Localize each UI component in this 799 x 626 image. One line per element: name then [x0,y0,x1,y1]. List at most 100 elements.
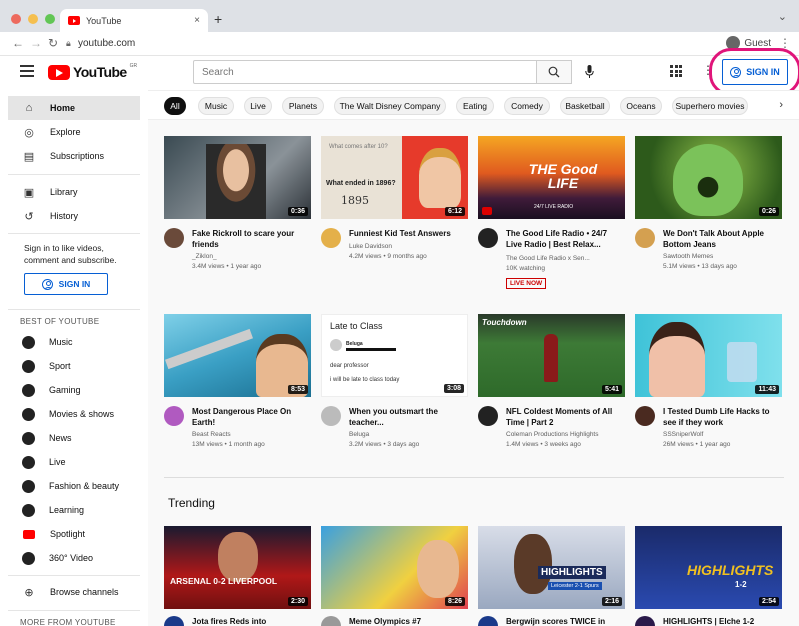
reload-icon[interactable]: ↻ [48,36,58,50]
sidebar-item-subscriptions[interactable]: ▤ Subscriptions [8,144,140,168]
sidebar-sign-in-button[interactable]: SIGN IN [24,273,108,295]
video-title[interactable]: Jota fires Reds into [192,616,310,626]
sidebar-item-library[interactable]: ▣ Library [8,180,140,204]
sidebar-item-movies-shows[interactable]: Movies & shows [8,402,140,426]
trending-video-thumbnail[interactable]: ARSENAL 0-2 LIVERPOOL 2:30 [164,526,311,609]
channel-avatar[interactable] [164,616,184,626]
apps-grid-icon[interactable] [670,65,682,77]
chip-eating[interactable]: Eating [456,97,494,115]
chip-all[interactable]: All [164,97,186,115]
video-thumbnail[interactable]: 11:43 [635,314,782,397]
back-arrow-icon[interactable]: ← [12,36,24,50]
video-channel[interactable]: The Good Life Radio x Sen... [506,254,624,263]
chip-oceans[interactable]: Oceans [620,97,662,115]
video-title[interactable]: HIGHLIGHTS | Elche 1-2 [663,616,781,626]
youtube-logo[interactable]: YouTube GR [48,63,137,80]
chip-live[interactable]: Live [244,97,272,115]
thumbnail-text: Beluga [346,341,363,347]
video-channel[interactable]: Beluga [349,430,467,439]
video-title[interactable]: Bergwijn scores TWICE in [506,616,624,626]
video-title[interactable]: NFL Coldest Moments of All Time | Part 2 [506,406,624,428]
video-channel[interactable]: SSSniperWolf [663,430,781,439]
zoom-window-button[interactable] [45,14,55,24]
trending-video-thumbnail[interactable]: 8:26 [321,526,468,609]
trending-heading: Trending [168,496,215,510]
channel-avatar[interactable] [478,406,498,426]
video-channel[interactable]: Luke Davidson [349,242,467,251]
trending-video-thumbnail[interactable]: HIGHLIGHTS 1-2 2:54 [635,526,782,609]
video-title[interactable]: The Good Life Radio • 24/7 Live Radio | … [506,228,624,250]
video-thumbnail[interactable]: What comes after 10? What ended in 1896?… [321,136,468,219]
chip-superhero-movies[interactable]: Superhero movies [672,97,748,115]
youtube-play-icon [48,64,70,80]
close-window-button[interactable] [11,14,21,24]
sidebar-item-learning[interactable]: Learning [8,498,140,522]
search-button[interactable] [537,60,572,84]
sidebar-item-sport[interactable]: Sport [8,354,140,378]
video-thumbnail[interactable]: THE Good LIFE 24/7 LIVE RADIO [478,136,625,219]
channel-avatar[interactable] [321,616,341,626]
sidebar-item-gaming[interactable]: Gaming [8,378,140,402]
channel-avatar[interactable] [635,406,655,426]
video-title[interactable]: Funniest Kid Test Answers [349,228,467,239]
chip-basketball[interactable]: Basketball [560,97,610,115]
video-duration: 6:12 [444,207,465,216]
chip-next-chevron-icon[interactable]: › [779,99,783,111]
video-thumbnail[interactable]: Touchdown 5:41 [478,314,625,397]
news-icon [22,431,35,445]
browser-menu-icon[interactable]: ⋮ [779,36,791,50]
sidebar-item-home[interactable]: ⌂ Home [8,96,140,120]
trending-video-thumbnail[interactable]: HIGHLIGHTS Leicester 2-1 Spurs 2:16 [478,526,625,609]
channel-avatar[interactable] [635,616,655,626]
search-input[interactable] [193,60,537,84]
sidebar-item-explore[interactable]: ◎ Explore [8,120,140,144]
header-sign-in-button[interactable]: SIGN IN [722,59,788,85]
video-title[interactable]: I Tested Dumb Life Hacks to see if they … [663,406,781,428]
thumbnail-text: Touchdown [482,318,527,327]
video-thumbnail[interactable]: Late to Class Beluga dear professor i wi… [321,314,468,397]
url-text[interactable]: youtube.com [78,38,135,49]
tab-close-icon[interactable]: × [194,15,200,26]
channel-avatar[interactable] [164,228,184,248]
channel-avatar[interactable] [164,406,184,426]
forward-arrow-icon[interactable]: → [30,36,42,50]
chip-planets[interactable]: Planets [282,97,324,115]
video-channel[interactable]: Sawtooth Memes [663,252,781,261]
minimize-window-button[interactable] [28,14,38,24]
video-channel[interactable]: _Ziklon_ [192,252,310,261]
new-tab-button[interactable]: + [214,11,222,27]
video-title[interactable]: We Don't Talk About Apple Bottom Jeans [663,228,781,250]
guest-profile-button[interactable]: Guest [726,36,771,50]
channel-avatar[interactable] [478,228,498,248]
sidebar-item-fashion-beauty[interactable]: Fashion & beauty [8,474,140,498]
video-channel[interactable]: Beast Reacts [192,430,310,439]
chip-walt-disney[interactable]: The Walt Disney Company [334,97,446,115]
video-thumbnail[interactable]: 0:26 [635,136,782,219]
settings-dots-icon[interactable]: ⋮ [702,63,714,77]
sidebar-item-browse-channels[interactable]: ⊕ Browse channels [8,580,140,604]
chip-comedy[interactable]: Comedy [504,97,550,115]
channel-avatar[interactable] [321,228,341,248]
sidebar-item-music[interactable]: Music [8,330,140,354]
sidebar-item-history[interactable]: ↺ History [8,204,140,228]
youtube-favicon-icon [68,16,80,25]
sidebar-item-360-video[interactable]: 360° Video [8,546,140,570]
video-thumbnail[interactable]: 8:53 [164,314,311,397]
video-title[interactable]: Meme Olympics #7 [349,616,467,626]
microphone-icon[interactable] [582,64,596,80]
video-channel[interactable]: Coleman Productions Highlights [506,430,624,439]
sidebar-item-spotlight[interactable]: Spotlight [8,522,140,546]
sidebar-item-live[interactable]: Live [8,450,140,474]
hamburger-menu-icon[interactable] [20,65,34,80]
channel-avatar[interactable] [635,228,655,248]
video-title[interactable]: Most Dangerous Place On Earth! [192,406,310,428]
tab-list-chevron-icon[interactable]: ⌄ [778,10,787,23]
browser-tab[interactable]: YouTube × [60,9,208,32]
chip-music[interactable]: Music [198,97,234,115]
video-thumbnail[interactable]: 0:36 [164,136,311,219]
video-title[interactable]: When you outsmart the teacher... [349,406,467,428]
channel-avatar[interactable] [478,616,498,626]
channel-avatar[interactable] [321,406,341,426]
video-title[interactable]: Fake Rickroll to scare your friends [192,228,310,250]
sidebar-item-news[interactable]: News [8,426,140,450]
